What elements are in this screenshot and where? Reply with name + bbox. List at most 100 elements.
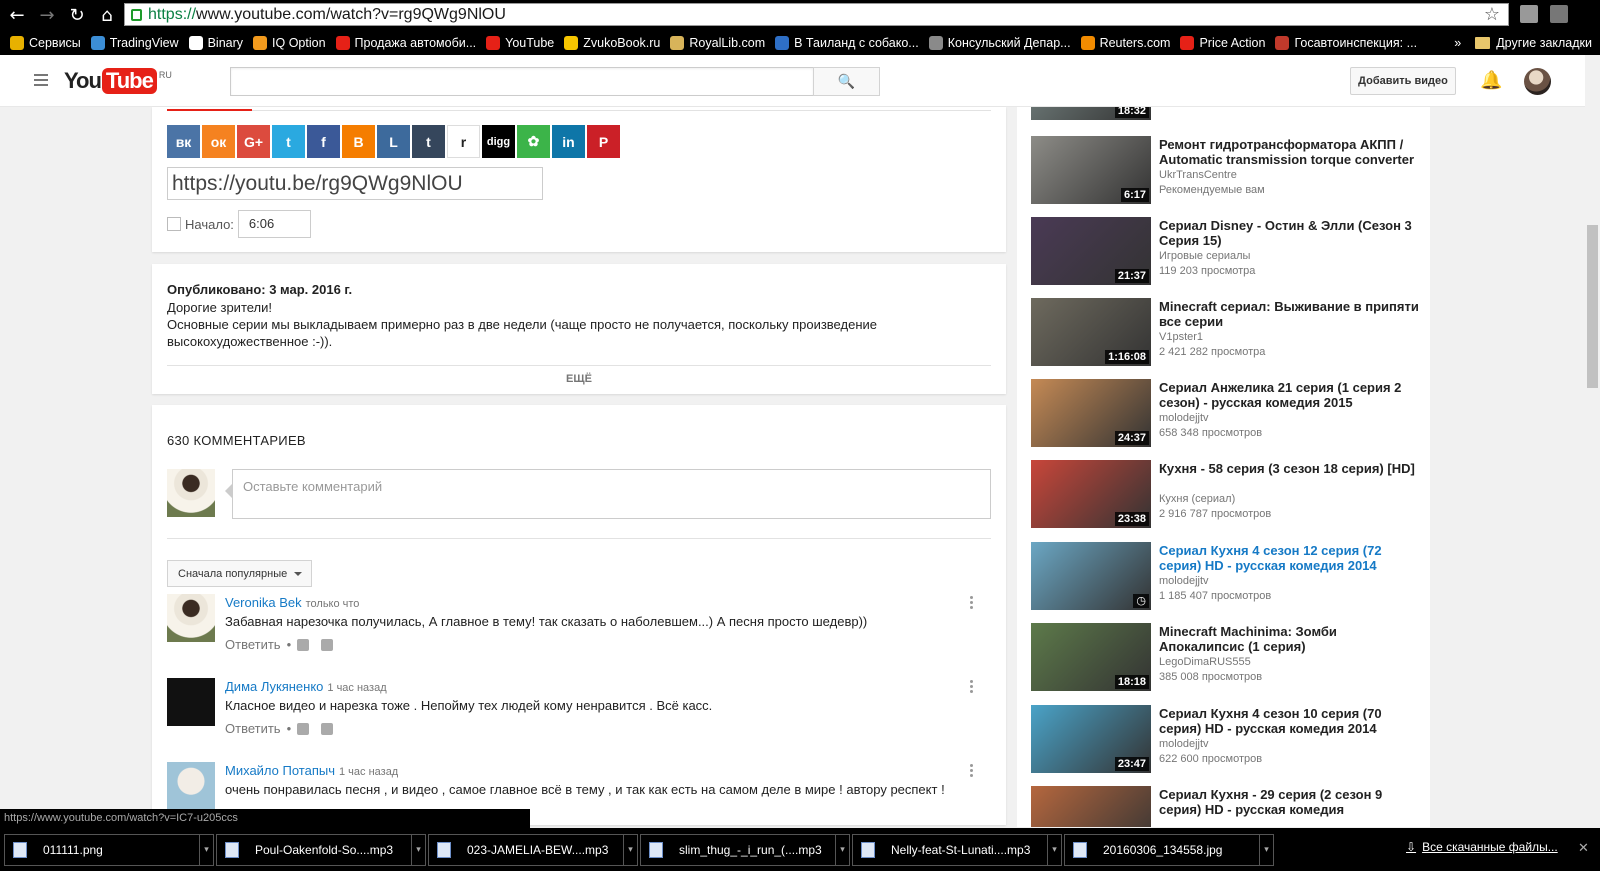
share-social-button[interactable]: L [377, 125, 410, 158]
video-title[interactable]: Сериал Disney - Остин & Элли (Сезон 3 Се… [1159, 218, 1419, 248]
download-item[interactable]: 011111.png ▾ [4, 833, 214, 866]
page-scrollbar[interactable] [1585, 55, 1600, 826]
video-title[interactable]: Minecraft Machinima: Зомби Апокалипсис (… [1159, 624, 1419, 654]
download-item[interactable]: slim_thug_-_i_run_(....mp3 ▾ [640, 833, 850, 866]
search-input[interactable] [230, 67, 814, 96]
share-url-field[interactable]: https://youtu.be/rg9QWg9NlOU [167, 167, 543, 200]
video-thumbnail[interactable]: 23:47 [1031, 705, 1151, 773]
upload-button[interactable]: Добавить видео [1350, 67, 1456, 95]
like-icon[interactable] [297, 722, 310, 735]
comment-time[interactable]: только что [306, 598, 360, 610]
bookmark-item[interactable]: Консульский Депар... [928, 35, 1071, 50]
video-title[interactable]: Сериал Кухня - 29 серия (2 сезон 9 серия… [1159, 787, 1419, 817]
sort-comments-button[interactable]: Сначала популярные [167, 560, 312, 587]
download-menu-icon[interactable]: ▾ [1259, 834, 1273, 865]
video-title[interactable]: Minecraft сериал: Выживание в припяти вс… [1159, 299, 1419, 329]
bookmark-item[interactable]: Reuters.com [1080, 35, 1170, 50]
video-title[interactable]: Сериал Кухня 4 сезон 10 серия (70 серия)… [1159, 706, 1419, 736]
bookmark-item[interactable]: TradingView [90, 35, 179, 50]
watch-later-icon[interactable]: ◷ [1133, 594, 1149, 608]
video-title[interactable]: Сериал Анжелика 21 серия (1 серия 2 сезо… [1159, 380, 1419, 410]
related-video[interactable]: Сериал Кухня - 29 серия (2 сезон 9 серия… [1031, 786, 1421, 827]
bookmark-item[interactable]: Продажа автомоби... [335, 35, 476, 50]
download-item[interactable]: 023-JAMELIA-BEW....mp3 ▾ [428, 833, 638, 866]
start-time-checkbox[interactable] [167, 217, 181, 231]
comment-time[interactable]: 1 час назад [339, 766, 398, 778]
reply-button[interactable]: Ответить [225, 721, 281, 736]
comment-author[interactable]: Дима Лукяненко [225, 679, 323, 694]
like-icon[interactable] [297, 638, 310, 651]
related-video[interactable]: 23:38 Кухня - 58 серия (3 сезон 18 серия)… [1031, 460, 1421, 528]
related-video[interactable]: 24:37 Сериал Анжелика 21 серия (1 серия 2… [1031, 379, 1421, 447]
menu-icon[interactable] [1550, 5, 1568, 23]
related-video[interactable]: 21:37 Сериал Disney - Остин & Элли (Сезон… [1031, 217, 1421, 285]
share-social-button[interactable]: G+ [237, 125, 270, 158]
notifications-bell-icon[interactable]: 🔔 [1480, 70, 1502, 91]
comment-menu-icon[interactable] [970, 680, 973, 695]
download-menu-icon[interactable]: ▾ [623, 834, 637, 865]
search-button[interactable]: 🔍 [813, 67, 880, 96]
bookmark-item[interactable]: Сервисы [10, 35, 81, 50]
bookmark-item[interactable]: IQ Option [253, 35, 326, 50]
reload-icon[interactable]: ↻ [64, 2, 90, 28]
video-thumbnail[interactable] [1031, 786, 1151, 827]
video-title[interactable]: Сериал Кухня 4 сезон 12 серия (72 серия)… [1159, 543, 1419, 573]
video-thumbnail[interactable]: 23:38 [1031, 460, 1151, 528]
related-video[interactable]: 6:17 Ремонт гидротрансформатора АКПП / Au… [1031, 136, 1421, 204]
account-avatar[interactable] [1524, 68, 1551, 95]
comment-avatar[interactable] [167, 762, 215, 810]
bookmark-item[interactable]: В Таиланд с собако... [775, 35, 919, 50]
bookmark-star-icon[interactable]: ☆ [1484, 4, 1500, 25]
video-thumbnail[interactable]: 18:18 [1031, 623, 1151, 691]
download-menu-icon[interactable]: ▾ [835, 834, 849, 865]
share-social-button[interactable]: вк [167, 125, 200, 158]
share-social-button[interactable]: ✿ [517, 125, 550, 158]
video-thumbnail[interactable]: 18:32 [1031, 107, 1151, 120]
forward-icon[interactable]: → [34, 2, 60, 28]
share-social-button[interactable]: B [342, 125, 375, 158]
download-item[interactable]: 20160306_134558.jpg ▾ [1064, 833, 1274, 866]
dislike-icon[interactable] [321, 722, 334, 735]
share-social-button[interactable]: ок [202, 125, 235, 158]
comment-time[interactable]: 1 час назад [327, 682, 386, 694]
video-thumbnail[interactable]: 6:17 [1031, 136, 1151, 204]
bookmark-item[interactable]: Госавтоинспекция: ... [1275, 35, 1417, 50]
share-social-button[interactable]: t [272, 125, 305, 158]
share-social-button[interactable]: t [412, 125, 445, 158]
close-downloads-icon[interactable]: ✕ [1578, 840, 1589, 856]
guide-menu-icon[interactable] [34, 74, 48, 89]
dislike-icon[interactable] [321, 638, 334, 651]
share-social-button[interactable]: in [552, 125, 585, 158]
video-thumbnail[interactable]: ◷ [1031, 542, 1151, 610]
related-video[interactable]: 18:18 Minecraft Machinima: Зомби Апокалип… [1031, 623, 1421, 691]
more-bookmarks-icon[interactable]: » [1454, 36, 1461, 50]
youtube-logo[interactable]: You Tube RU [64, 68, 172, 94]
comment-input[interactable]: Оставьте комментарий [225, 469, 991, 519]
video-thumbnail[interactable]: 24:37 [1031, 379, 1151, 447]
bookmark-item[interactable]: Binary [188, 35, 243, 50]
video-title[interactable]: Кухня - 58 серия (3 сезон 18 серия) [HD] [1159, 461, 1419, 476]
start-time-input[interactable]: 6:06 [237, 210, 311, 238]
related-video[interactable]: ◷ Сериал Кухня 4 сезон 12 серия (72 серия… [1031, 542, 1421, 610]
address-bar[interactable]: https://www.youtube.com/watch?v=rg9QWg9N… [124, 3, 1509, 26]
comment-avatar[interactable] [167, 594, 215, 642]
video-title[interactable]: Ремонт гидротрансформатора АКПП / Automa… [1159, 137, 1419, 167]
download-menu-icon[interactable]: ▾ [1047, 834, 1061, 865]
home-icon[interactable]: ⌂ [94, 2, 120, 28]
other-bookmarks[interactable]: Другие закладки [1496, 36, 1592, 50]
all-downloads-link[interactable]: ⇩ Все скачанные файлы... [1406, 840, 1558, 854]
comment-author[interactable]: Михайло Потапыч [225, 763, 335, 778]
share-social-button[interactable]: digg [482, 125, 515, 158]
extension-icon[interactable] [1520, 5, 1538, 23]
share-social-button[interactable]: r [447, 125, 480, 158]
related-video[interactable]: 18:32 [1031, 107, 1421, 120]
bookmark-item[interactable]: ZvukoBook.ru [564, 35, 660, 50]
bookmark-item[interactable]: RoyalLib.com [670, 35, 765, 50]
comment-menu-icon[interactable] [970, 596, 973, 611]
back-icon[interactable]: ← [4, 2, 30, 28]
comment-menu-icon[interactable] [970, 764, 973, 779]
video-thumbnail[interactable]: 1:16:08 [1031, 298, 1151, 366]
video-thumbnail[interactable]: 21:37 [1031, 217, 1151, 285]
related-video[interactable]: 1:16:08 Minecraft сериал: Выживание в при… [1031, 298, 1421, 366]
share-social-button[interactable]: f [307, 125, 340, 158]
